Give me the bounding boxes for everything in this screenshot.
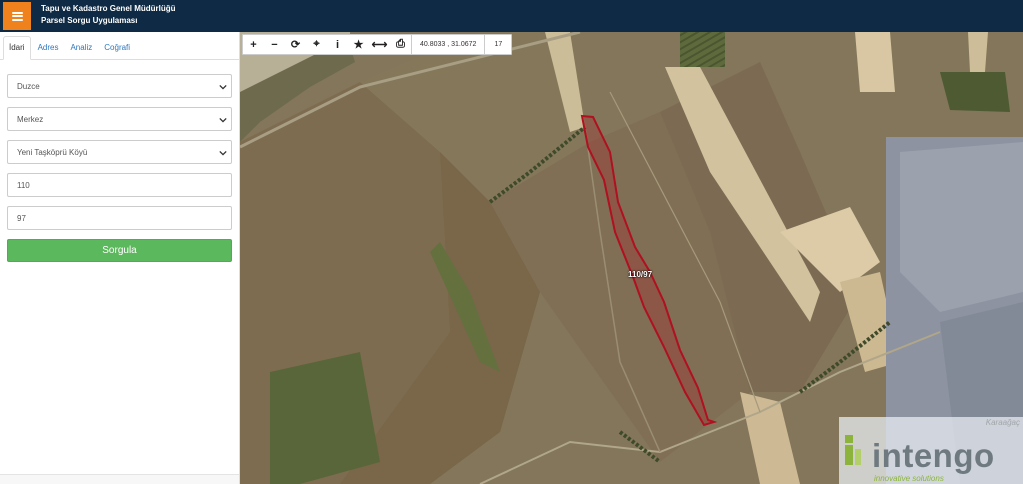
- app-title: Tapu ve Kadastro Genel Müdürlüğü Parsel …: [41, 3, 176, 27]
- neighborhood-select-value: Yeni Taşköprü Köyü: [17, 147, 88, 157]
- block-number-input[interactable]: 110: [7, 173, 232, 197]
- tab-adres[interactable]: Adres: [33, 37, 64, 59]
- intengo-tagline: innovative solutions: [874, 474, 944, 483]
- sidebar-footer: [0, 474, 239, 484]
- intengo-logo-icon: [845, 435, 861, 465]
- parcel-number-value: 97: [17, 213, 26, 223]
- neighborhood-select[interactable]: Yeni Taşköprü Köyü: [7, 140, 232, 164]
- zoom-level: 17: [484, 35, 511, 54]
- intengo-watermark: Karaağaç intengo innovative solutions: [839, 417, 1023, 484]
- chevron-down-icon: [219, 150, 227, 156]
- place-name-label: Karaağaç: [985, 418, 1020, 427]
- tab-idari[interactable]: İdari: [3, 36, 31, 60]
- block-number-value: 110: [17, 180, 30, 190]
- query-button[interactable]: Sorgula: [7, 239, 232, 262]
- query-form: Duzce Merkez Yeni Taşköprü Köyü 110 97 S…: [0, 60, 239, 262]
- print-icon[interactable]: ⎙: [390, 35, 411, 54]
- app-title-line2: Parsel Sorgu Uygulaması: [41, 16, 138, 25]
- district-select[interactable]: Merkez: [7, 107, 232, 131]
- info-icon[interactable]: i: [327, 35, 348, 54]
- coordinate-readout: 40.8033 , 31.0672: [411, 35, 484, 54]
- menu-button[interactable]: [3, 2, 31, 30]
- minus-icon[interactable]: −: [264, 35, 285, 54]
- map-toolbar: + − ⟳ ⌖ i ★ ⟷ ⎙ 40.8033 , 31.0672 17: [242, 34, 513, 55]
- province-select-value: Duzce: [17, 81, 40, 91]
- district-select-value: Merkez: [17, 114, 44, 124]
- tab-cografi[interactable]: Coğrafi: [99, 37, 135, 59]
- tab-analiz[interactable]: Analiz: [65, 37, 97, 59]
- sidebar-tabs: İdari Adres Analiz Coğrafi: [0, 32, 239, 60]
- chevron-down-icon: [219, 117, 227, 123]
- map-view[interactable]: + − ⟳ ⌖ i ★ ⟷ ⎙ 40.8033 , 31.0672 17 110…: [240, 32, 1023, 484]
- chevron-down-icon: [219, 84, 227, 90]
- sidebar: İdari Adres Analiz Coğrafi Duzce Merkez …: [0, 32, 240, 484]
- measure-icon[interactable]: ⟷: [369, 35, 390, 54]
- hamburger-icon: [11, 11, 23, 21]
- province-select[interactable]: Duzce: [7, 74, 232, 98]
- plus-icon[interactable]: +: [243, 35, 264, 54]
- intengo-wordmark: intengo: [872, 437, 995, 474]
- locate-icon[interactable]: ⌖: [306, 35, 327, 54]
- parcel-number-input[interactable]: 97: [7, 206, 232, 230]
- app-title-line1: Tapu ve Kadastro Genel Müdürlüğü: [41, 4, 176, 13]
- refresh-icon[interactable]: ⟳: [285, 35, 306, 54]
- parcel-label: 110/97: [628, 270, 653, 279]
- star-icon[interactable]: ★: [348, 35, 369, 54]
- app-header: Tapu ve Kadastro Genel Müdürlüğü Parsel …: [0, 0, 1023, 32]
